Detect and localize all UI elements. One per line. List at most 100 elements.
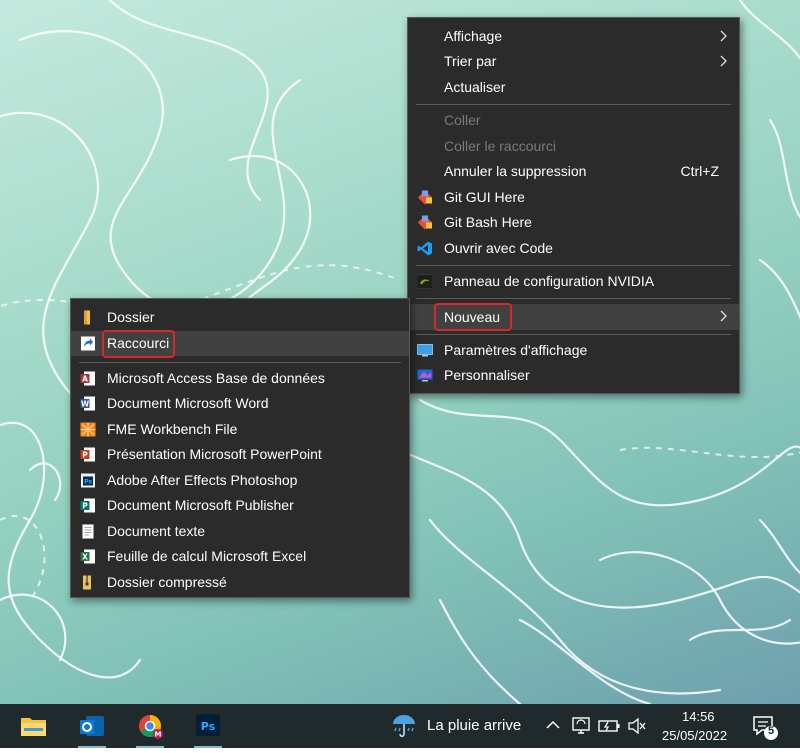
new-submenu: Dossier Raccourci A Microsoft Access Bas…	[70, 298, 410, 598]
submenu-item-label: Microsoft Access Base de données	[107, 370, 325, 386]
submenu-item-label: Document Microsoft Publisher	[107, 497, 294, 513]
svg-text:A: A	[82, 375, 88, 384]
publisher-icon: P	[80, 498, 95, 513]
submenu-item-label: Raccourci	[107, 335, 170, 351]
menu-item-label: Ouvrir avec Code	[444, 240, 553, 256]
notification-center[interactable]: 5	[750, 712, 780, 742]
file-explorer-icon	[21, 718, 46, 736]
zip-folder-icon	[83, 575, 91, 590]
menu-item-nvidia[interactable]: Panneau de configuration NVIDIA	[408, 269, 739, 294]
submenu-item-raccourci[interactable]: Raccourci	[71, 331, 409, 356]
menu-separator	[416, 265, 731, 266]
submenu-item-access[interactable]: A Microsoft Access Base de données	[71, 366, 409, 391]
menu-item-label: Nouveau	[444, 308, 501, 325]
submenu-item-label: FME Workbench File	[107, 421, 238, 437]
menu-item-affichage[interactable]: Affichage	[408, 24, 739, 49]
menu-item-label: Panneau de configuration NVIDIA	[444, 273, 655, 289]
chrome-icon: M	[139, 715, 163, 739]
menu-item-personnaliser[interactable]: Personnaliser	[408, 363, 739, 388]
svg-text:P: P	[82, 451, 88, 460]
chevron-right-icon	[720, 30, 727, 42]
submenu-item-publisher[interactable]: P Document Microsoft Publisher	[71, 493, 409, 518]
svg-text:W: W	[81, 400, 90, 409]
excel-icon: X	[80, 549, 95, 564]
submenu-item-fme[interactable]: FME Workbench File	[71, 417, 409, 442]
shortcut-icon	[81, 336, 95, 351]
menu-item-label: Actualiser	[444, 79, 506, 95]
submenu-item-label: Document Microsoft Word	[107, 395, 269, 411]
submenu-item-texte[interactable]: Document texte	[71, 519, 409, 544]
menu-item-ouvrir-code[interactable]: Ouvrir avec Code	[408, 236, 739, 261]
text-document-icon	[82, 524, 94, 539]
battery-icon[interactable]	[598, 718, 622, 734]
clock-date[interactable]: 25/05/2022	[662, 728, 727, 743]
display-settings-icon	[417, 344, 433, 357]
folder-icon	[84, 310, 90, 325]
photoshop-icon: Ps	[196, 714, 220, 736]
svg-text:P: P	[82, 502, 88, 511]
fme-icon	[80, 422, 96, 437]
weather-text[interactable]: La pluie arrive	[427, 717, 521, 734]
menu-item-label: Git Bash Here	[444, 214, 532, 230]
access-icon: A	[80, 371, 95, 386]
git-bash-icon	[417, 215, 433, 230]
network-icon[interactable]	[570, 716, 592, 736]
menu-item-git-gui[interactable]: Git GUI Here	[408, 185, 739, 210]
submenu-item-label: Présentation Microsoft PowerPoint	[107, 446, 322, 462]
menu-item-label: Paramètres d'affichage	[444, 342, 588, 358]
taskbar-chrome[interactable]: M	[128, 704, 172, 748]
submenu-item-label: Dossier compressé	[107, 574, 227, 590]
menu-separator	[416, 104, 731, 105]
menu-item-label: Coller	[444, 112, 481, 128]
personalize-icon	[417, 369, 433, 382]
nvidia-icon	[417, 274, 433, 289]
svg-text:Ps: Ps	[201, 720, 216, 733]
taskbar: M Ps La pluie arrive 14:56 25/05/2022 5	[0, 704, 800, 748]
submenu-item-label: Feuille de calcul Microsoft Excel	[107, 548, 307, 564]
word-icon: W	[80, 396, 95, 411]
menu-item-parametres-affichage[interactable]: Paramètres d'affichage	[408, 338, 739, 363]
submenu-item-word[interactable]: W Document Microsoft Word	[71, 391, 409, 416]
outlook-icon	[80, 716, 104, 736]
menu-item-annuler-suppression[interactable]: Annuler la suppression Ctrl+Z	[408, 159, 739, 184]
svg-text:M: M	[155, 731, 162, 739]
svg-text:X: X	[82, 553, 88, 562]
speaker-muted-icon[interactable]	[627, 717, 647, 735]
submenu-item-label: Dossier	[107, 309, 155, 325]
menu-item-label: Git GUI Here	[444, 189, 525, 205]
menu-separator	[416, 298, 731, 299]
taskbar-photoshop[interactable]: Ps	[186, 704, 230, 748]
submenu-item-excel[interactable]: X Feuille de calcul Microsoft Excel	[71, 544, 409, 569]
clock-time[interactable]: 14:56	[682, 709, 715, 724]
menu-item-actualiser[interactable]: Actualiser	[408, 75, 739, 100]
menu-item-label: Affichage	[444, 28, 503, 44]
menu-item-label: Personnaliser	[444, 367, 530, 383]
photoshop-file-icon: Ps	[81, 473, 95, 488]
submenu-item-label: Adobe After Effects Photoshop	[107, 472, 298, 488]
taskbar-outlook[interactable]	[70, 704, 114, 748]
submenu-item-zip[interactable]: Dossier compressé	[71, 570, 409, 595]
menu-item-coller-raccourci[interactable]: Coller le raccourci	[408, 134, 739, 159]
shortcut-label: Ctrl+Z	[680, 163, 720, 179]
svg-text:Ps: Ps	[84, 479, 92, 486]
menu-item-nouveau[interactable]: Nouveau	[408, 304, 739, 330]
submenu-item-powerpoint[interactable]: P Présentation Microsoft PowerPoint	[71, 442, 409, 467]
desktop-context-menu: Affichage Trier par Actualiser Coller Co…	[407, 17, 740, 394]
submenu-item-dossier[interactable]: Dossier	[71, 305, 409, 330]
taskbar-file-explorer[interactable]	[12, 704, 56, 748]
submenu-item-photoshop[interactable]: Ps Adobe After Effects Photoshop	[71, 468, 409, 493]
menu-item-git-bash[interactable]: Git Bash Here	[408, 210, 739, 235]
notification-icon	[753, 716, 778, 740]
menu-item-coller[interactable]: Coller	[408, 108, 739, 133]
submenu-item-label: Document texte	[107, 523, 206, 539]
notification-count: 5	[767, 725, 775, 737]
menu-item-label: Annuler la suppression	[444, 163, 587, 179]
menu-separator	[416, 334, 731, 335]
chevron-up-icon[interactable]	[545, 719, 561, 731]
menu-item-trier-par[interactable]: Trier par	[408, 49, 739, 74]
menu-item-label: Coller le raccourci	[444, 138, 557, 154]
git-gui-icon	[417, 190, 433, 205]
chevron-right-icon	[720, 310, 727, 322]
vscode-icon	[417, 241, 432, 256]
weather-rain-icon[interactable]	[390, 712, 418, 740]
